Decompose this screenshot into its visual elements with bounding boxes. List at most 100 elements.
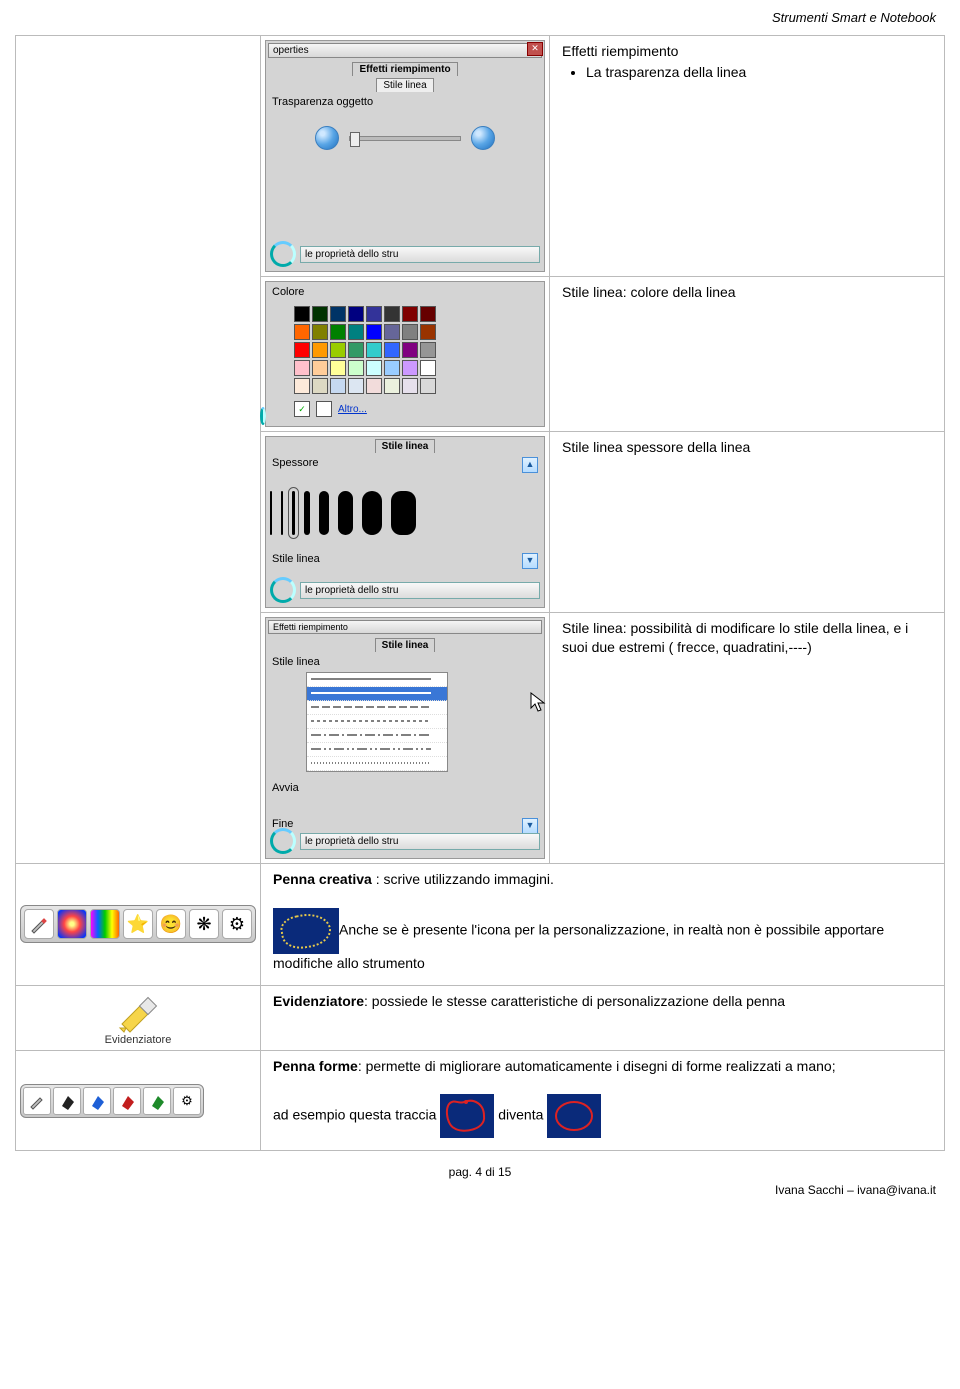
color-swatch[interactable]	[384, 306, 400, 322]
color-swatch[interactable]	[384, 324, 400, 340]
loading-icon	[270, 241, 296, 267]
nocolor-checkbox[interactable]: ✓	[294, 401, 310, 417]
color-swatch[interactable]	[402, 324, 418, 340]
color-swatch[interactable]	[294, 342, 310, 358]
shape-pen-black-icon[interactable]	[53, 1087, 81, 1115]
line-style-dropdown[interactable]	[306, 672, 448, 772]
color-swatch[interactable]	[312, 378, 328, 394]
label-trasparenza: Trasparenza oggetto	[266, 92, 544, 112]
color-grid[interactable]	[294, 302, 544, 398]
author-footer: Ivana Sacchi – ivana@ivana.it	[0, 1183, 960, 1197]
tab-stile-linea[interactable]: Stile linea	[375, 638, 436, 652]
rainbow-blob-icon[interactable]	[57, 909, 87, 939]
label-spessore: Spessore	[272, 457, 318, 473]
highlighter-icon	[114, 994, 162, 1034]
creative-pen-sample	[273, 908, 339, 954]
main-table: ✕ operties Effetti riempimento Stile lin…	[15, 35, 945, 1151]
color-swatch[interactable]	[420, 342, 436, 358]
color-swatch[interactable]	[420, 360, 436, 376]
page-number: pag. 4 di 15	[0, 1165, 960, 1179]
thickness-options[interactable]	[266, 477, 544, 549]
shape-pen-red-icon[interactable]	[113, 1087, 141, 1115]
left-empty	[16, 36, 261, 864]
color-swatch[interactable]	[330, 342, 346, 358]
gear-icon[interactable]: ⚙	[222, 909, 252, 939]
shape-pen-green-icon[interactable]	[143, 1087, 171, 1115]
color-swatch[interactable]	[420, 306, 436, 322]
color-swatch[interactable]	[384, 360, 400, 376]
save-properties-button[interactable]: le proprietà dello stru	[300, 833, 540, 850]
color-swatch[interactable]	[294, 378, 310, 394]
desc-penna-creativa: Penna creativa : scrive utilizzando imma…	[265, 868, 940, 981]
label-stile-linea: Stile linea	[266, 652, 544, 672]
color-swatch[interactable]	[294, 324, 310, 340]
save-properties-button[interactable]: le proprietà dello stru	[300, 582, 540, 599]
color-swatch[interactable]	[330, 306, 346, 322]
flower-icon[interactable]: ❋	[189, 909, 219, 939]
color-swatch[interactable]	[330, 324, 346, 340]
color-swatch[interactable]	[330, 360, 346, 376]
color-swatch[interactable]	[366, 378, 382, 394]
color-swatch[interactable]	[366, 324, 382, 340]
pen-icon[interactable]	[24, 909, 54, 939]
color-swatch[interactable]	[420, 378, 436, 394]
color-swatch[interactable]	[366, 342, 382, 358]
panel-colore: Colore ✓ Altro...	[265, 281, 545, 427]
color-swatch[interactable]	[384, 378, 400, 394]
color-swatch[interactable]	[312, 324, 328, 340]
panel-titlebar: operties	[268, 43, 542, 58]
color-swatch[interactable]	[312, 342, 328, 358]
perfected-shape-sample	[547, 1094, 601, 1138]
loading-icon	[260, 407, 266, 425]
pen-icon[interactable]	[23, 1087, 51, 1115]
color-swatch[interactable]	[348, 306, 364, 322]
gradient-icon[interactable]	[90, 909, 120, 939]
close-icon[interactable]: ✕	[527, 42, 543, 56]
collapse-down-icon[interactable]: ▼	[522, 553, 538, 569]
loading-icon	[270, 828, 296, 854]
save-properties-button[interactable]: le proprietà dello stru	[300, 246, 540, 263]
tab-effetti-riempimento[interactable]: Effetti riempimento	[352, 62, 457, 76]
evidenziatore-figure: Evidenziatore	[63, 990, 213, 1046]
color-swatch[interactable]	[402, 378, 418, 394]
collapse-up-icon[interactable]: ▲	[522, 457, 538, 473]
color-swatch[interactable]	[402, 342, 418, 358]
loading-icon	[270, 577, 296, 603]
tab-stile-linea[interactable]: Stile linea	[376, 78, 433, 92]
transparency-max-icon	[471, 126, 495, 150]
label-colore: Colore	[266, 282, 544, 302]
eyedropper-icon[interactable]	[316, 401, 332, 417]
color-swatch[interactable]	[348, 342, 364, 358]
color-swatch[interactable]	[312, 360, 328, 376]
color-swatch[interactable]	[330, 378, 346, 394]
desc-row1: Effetti riempimento La trasparenza della…	[554, 40, 940, 90]
desc-row4: Stile linea: possibilità di modificare l…	[554, 617, 940, 665]
gear-icon[interactable]: ⚙	[173, 1087, 201, 1115]
smiley-icon[interactable]: 😊	[156, 909, 186, 939]
color-swatch[interactable]	[402, 306, 418, 322]
desc-row3: Stile linea spessore della linea	[554, 436, 940, 465]
shape-pen-toolbar: ⚙	[20, 1084, 204, 1118]
color-swatch[interactable]	[348, 378, 364, 394]
color-swatch[interactable]	[348, 324, 364, 340]
color-swatch[interactable]	[294, 360, 310, 376]
color-swatch[interactable]	[402, 360, 418, 376]
creative-pen-toolbar: ⭐ 😊 ❋ ⚙	[20, 905, 256, 943]
evidenziatore-label: Evidenziatore	[63, 1034, 213, 1046]
more-colors-link[interactable]: Altro...	[338, 404, 367, 415]
document-header: Strumenti Smart e Notebook	[0, 0, 960, 31]
desc-penna-forme: Penna forme: permette di migliorare auto…	[265, 1055, 940, 1147]
color-swatch[interactable]	[366, 360, 382, 376]
color-swatch[interactable]	[384, 342, 400, 358]
color-swatch[interactable]	[366, 306, 382, 322]
color-swatch[interactable]	[312, 306, 328, 322]
transparency-slider[interactable]	[349, 136, 461, 141]
color-swatch[interactable]	[294, 306, 310, 322]
transparency-min-icon	[315, 126, 339, 150]
label-avvia: Avvia	[266, 778, 544, 798]
tab-stile-linea[interactable]: Stile linea	[375, 439, 436, 453]
color-swatch[interactable]	[420, 324, 436, 340]
star-icon[interactable]: ⭐	[123, 909, 153, 939]
color-swatch[interactable]	[348, 360, 364, 376]
shape-pen-blue-icon[interactable]	[83, 1087, 111, 1115]
